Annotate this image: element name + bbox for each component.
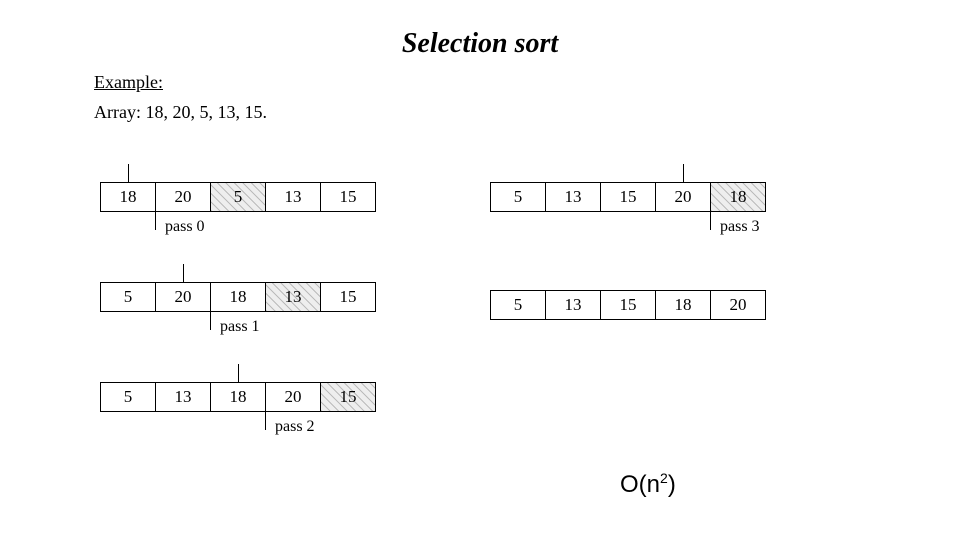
cell: 15 bbox=[320, 182, 376, 212]
cell-highlight: 18 bbox=[710, 182, 766, 212]
tick-top bbox=[183, 264, 184, 282]
tick-bottom bbox=[710, 212, 711, 230]
cell: 20 bbox=[265, 382, 321, 412]
cell: 15 bbox=[600, 182, 656, 212]
pass-1: 5 20 18 13 15 pass 1 bbox=[100, 282, 376, 312]
cell: 18 bbox=[210, 282, 266, 312]
complexity-text: O(n bbox=[620, 471, 660, 498]
pass-final: 5 13 15 18 20 bbox=[490, 290, 766, 320]
cell: 15 bbox=[320, 282, 376, 312]
pass-label: pass 2 bbox=[275, 418, 315, 436]
pass-3: 5 13 15 20 18 pass 3 bbox=[490, 182, 766, 212]
pass-label: pass 1 bbox=[220, 318, 260, 336]
example-label: Example: bbox=[94, 72, 163, 93]
array-row: 5 13 15 18 20 bbox=[490, 290, 766, 320]
cell: 5 bbox=[100, 382, 156, 412]
array-row: 5 13 18 20 15 bbox=[100, 382, 376, 412]
cell: 5 bbox=[100, 282, 156, 312]
cell: 18 bbox=[210, 382, 266, 412]
time-complexity: O(n2) bbox=[620, 470, 676, 499]
tick-bottom bbox=[265, 412, 266, 430]
cell-highlight: 5 bbox=[210, 182, 266, 212]
array-row: 5 13 15 20 18 bbox=[490, 182, 766, 212]
tick-bottom bbox=[210, 312, 211, 330]
pass-label: pass 3 bbox=[720, 218, 760, 236]
array-description: Array: 18, 20, 5, 13, 15. bbox=[94, 102, 267, 123]
pass-2: 5 13 18 20 15 pass 2 bbox=[100, 382, 376, 412]
cell: 20 bbox=[155, 282, 211, 312]
pass-0: 18 20 5 13 15 pass 0 bbox=[100, 182, 376, 212]
cell: 18 bbox=[655, 290, 711, 320]
tick-top bbox=[128, 164, 129, 182]
cell-highlight: 13 bbox=[265, 282, 321, 312]
complexity-exp: 2 bbox=[660, 470, 668, 486]
cell: 13 bbox=[265, 182, 321, 212]
tick-top bbox=[683, 164, 684, 182]
pass-label: pass 0 bbox=[165, 218, 205, 236]
array-row: 5 20 18 13 15 bbox=[100, 282, 376, 312]
cell: 5 bbox=[490, 290, 546, 320]
page-title: Selection sort bbox=[0, 28, 960, 60]
complexity-suffix: ) bbox=[668, 471, 676, 498]
tick-bottom bbox=[155, 212, 156, 230]
cell: 15 bbox=[600, 290, 656, 320]
cell: 20 bbox=[655, 182, 711, 212]
cell: 20 bbox=[710, 290, 766, 320]
cell-highlight: 15 bbox=[320, 382, 376, 412]
cell: 20 bbox=[155, 182, 211, 212]
cell: 18 bbox=[100, 182, 156, 212]
tick-top bbox=[238, 364, 239, 382]
cell: 13 bbox=[545, 182, 601, 212]
cell: 5 bbox=[490, 182, 546, 212]
cell: 13 bbox=[155, 382, 211, 412]
array-row: 18 20 5 13 15 bbox=[100, 182, 376, 212]
cell: 13 bbox=[545, 290, 601, 320]
